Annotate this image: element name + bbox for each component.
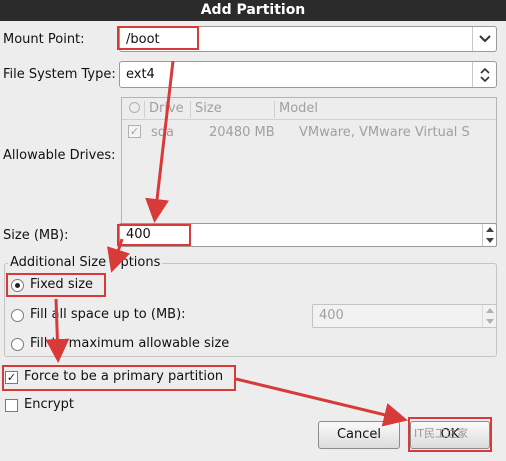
primary-label[interactable]: Force to be a primary partition (24, 369, 223, 384)
fill-max-label[interactable]: Fill to maximum allowable size (30, 336, 229, 351)
size-label: Size (MB): (3, 228, 69, 243)
col-model: Model (279, 101, 319, 116)
fixed-size-label[interactable]: Fixed size (30, 277, 93, 292)
fs-type-value: ext4 (126, 67, 155, 82)
encrypt-checkbox[interactable] (5, 399, 18, 412)
fill-up-to-spinner[interactable]: 400 (312, 304, 497, 328)
size-options-title: Additional Size Options (8, 255, 163, 270)
drive-checkbox[interactable]: ✓ (128, 125, 141, 138)
drives-label: Allowable Drives: (3, 148, 116, 163)
fill-max-radio[interactable] (11, 338, 24, 351)
add-partition-dialog: Mount Point: /boot File System Type: ext… (0, 21, 506, 461)
drive-name: sda (151, 125, 174, 140)
updown-icon[interactable] (472, 62, 496, 87)
drive-model: VMware, VMware Virtual S (299, 125, 470, 140)
drive-size: 20480 MB (209, 125, 275, 140)
fixed-size-radio[interactable] (11, 279, 24, 292)
drives-table[interactable]: Drive Size Model ✓ sda 20480 MB VMware, … (121, 97, 497, 237)
size-spinner[interactable]: 400 (119, 223, 497, 247)
fs-type-combo[interactable]: ext4 (119, 61, 497, 88)
col-drive: Drive (149, 101, 184, 116)
fill-up-to-radio[interactable] (11, 309, 24, 322)
mount-point-label: Mount Point: (3, 32, 85, 47)
size-value: 400 (126, 227, 151, 242)
spinner-arrows-icon[interactable] (482, 305, 496, 327)
dialog-title: Add Partition (0, 0, 506, 21)
cancel-button[interactable]: Cancel (318, 421, 400, 449)
fill-up-to-label[interactable]: Fill all space up to (MB): (30, 307, 186, 322)
primary-checkbox[interactable]: ✓ (5, 371, 18, 384)
select-all-icon (129, 102, 140, 113)
drives-header: Drive Size Model (122, 98, 496, 120)
encrypt-label[interactable]: Encrypt (24, 397, 74, 412)
spinner-arrows-icon[interactable] (482, 224, 496, 246)
col-size: Size (195, 101, 222, 116)
chevron-down-icon[interactable] (472, 27, 496, 51)
mount-point-combo[interactable]: /boot (119, 26, 497, 52)
fill-up-to-value: 400 (319, 308, 344, 323)
watermark: IT民工之家 (414, 427, 468, 440)
mount-point-value: /boot (126, 32, 160, 47)
fs-type-label: File System Type: (3, 67, 116, 82)
